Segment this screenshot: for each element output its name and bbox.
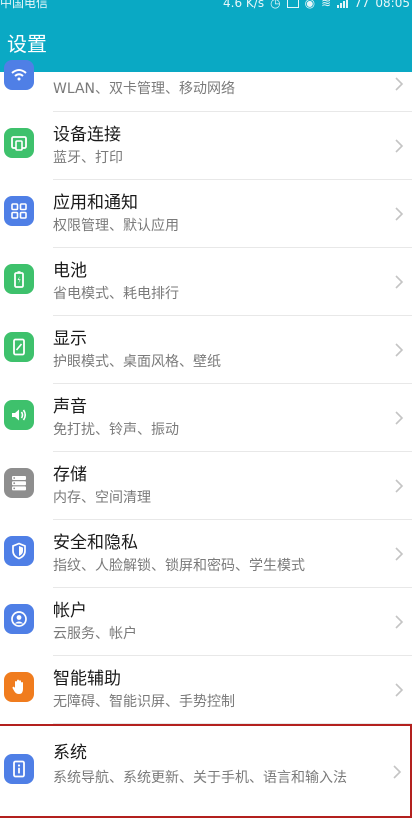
- settings-item-subtitle: 系统导航、系统更新、关于手机、语言和输入法: [53, 770, 347, 786]
- settings-item-battery[interactable]: 电池 省电模式、耗电排行: [0, 248, 412, 316]
- settings-item-title: 应用和通知: [53, 193, 138, 213]
- network-speed: 4.6 K/s: [223, 0, 265, 10]
- settings-item-subtitle: 内存、空间清理: [53, 490, 151, 506]
- shield-icon: [4, 536, 34, 566]
- settings-item-title: 系统: [53, 743, 87, 763]
- carrier-name: 中国电信: [0, 0, 49, 10]
- settings-item-apps-notifications[interactable]: 应用和通知 权限管理、默认应用: [0, 180, 412, 248]
- settings-item-device-connection[interactable]: 设备连接 蓝牙、打印: [0, 112, 412, 180]
- settings-item-wireless[interactable]: WLAN、双卡管理、移动网络: [0, 60, 412, 112]
- settings-item-title: 声音: [53, 397, 87, 417]
- settings-item-title: 设备连接: [53, 125, 121, 145]
- eye-icon: ◉: [304, 0, 316, 10]
- settings-item-title: 安全和隐私: [53, 533, 138, 553]
- settings-item-subtitle: 指纹、人脸解锁、锁屏和密码、学生模式: [53, 558, 305, 574]
- settings-item-subtitle: 权限管理、默认应用: [53, 218, 179, 234]
- settings-item-account[interactable]: 帐户 云服务、帐户: [0, 588, 412, 656]
- settings-item-smart-assist[interactable]: 智能辅助 无障碍、智能识屏、手势控制: [0, 656, 412, 724]
- settings-item-subtitle: 护眼模式、桌面风格、壁纸: [53, 354, 221, 370]
- chevron-right-icon: [395, 615, 404, 629]
- status-icons: 4.6 K/s ◷ ◉ ≋ 77 08:05: [223, 0, 410, 10]
- app-bar: 设置: [0, 14, 412, 72]
- account-icon: [4, 604, 34, 634]
- status-bar: 中国电信 4.6 K/s ◷ ◉ ≋ 77 08:05: [0, 0, 412, 14]
- chevron-right-icon: [395, 547, 404, 561]
- hand-icon: [4, 672, 34, 702]
- wifi-icon: [4, 60, 34, 90]
- page-title: 设置: [7, 32, 47, 56]
- chevron-right-icon: [395, 139, 404, 153]
- settings-item-subtitle: 无障碍、智能识屏、手势控制: [53, 694, 235, 710]
- chevron-right-icon: [395, 207, 404, 221]
- chevron-right-icon: [395, 343, 404, 357]
- signal-icon: [337, 0, 349, 8]
- settings-item-display[interactable]: 显示 护眼模式、桌面风格、壁纸: [0, 316, 412, 384]
- battery-icon: [4, 264, 34, 294]
- settings-item-title: 存储: [53, 465, 87, 485]
- alarm-icon: ◷: [270, 0, 281, 10]
- settings-item-subtitle: 蓝牙、打印: [53, 150, 123, 166]
- chevron-right-icon: [395, 275, 404, 289]
- chevron-right-icon: [395, 411, 404, 425]
- settings-item-title: 智能辅助: [53, 669, 121, 689]
- apps-grid-icon: [4, 196, 34, 226]
- settings-item-title: 电池: [53, 261, 87, 281]
- settings-item-system[interactable]: 系统 系统导航、系统更新、关于手机、语言和输入法: [0, 724, 412, 818]
- settings-item-subtitle: 免打扰、铃声、振动: [53, 422, 179, 438]
- settings-item-security-privacy[interactable]: 安全和隐私 指纹、人脸解锁、锁屏和密码、学生模式: [0, 520, 412, 588]
- device-connect-icon: [4, 128, 34, 158]
- system-info-icon: [4, 754, 34, 784]
- notification-icon: [286, 0, 299, 8]
- settings-item-title: 显示: [53, 329, 87, 349]
- settings-item-storage[interactable]: 存储 内存、空间清理: [0, 452, 412, 520]
- clock: 08:05: [375, 0, 410, 10]
- chevron-right-icon: [395, 479, 404, 493]
- chevron-right-icon: [395, 77, 404, 91]
- wifi-status-icon: ≋: [321, 0, 332, 10]
- sound-icon: [4, 400, 34, 430]
- display-icon: [4, 332, 34, 362]
- storage-icon: [4, 468, 34, 498]
- settings-item-sound[interactable]: 声音 免打扰、铃声、振动: [0, 384, 412, 452]
- settings-item-title: 帐户: [53, 601, 87, 621]
- settings-item-subtitle: 省电模式、耗电排行: [53, 286, 179, 302]
- settings-item-subtitle: 云服务、帐户: [53, 626, 137, 642]
- settings-item-subtitle: WLAN、双卡管理、移动网络: [53, 81, 236, 97]
- battery-level: 77: [354, 0, 370, 10]
- chevron-right-icon: [395, 683, 404, 697]
- chevron-right-icon: [393, 765, 402, 779]
